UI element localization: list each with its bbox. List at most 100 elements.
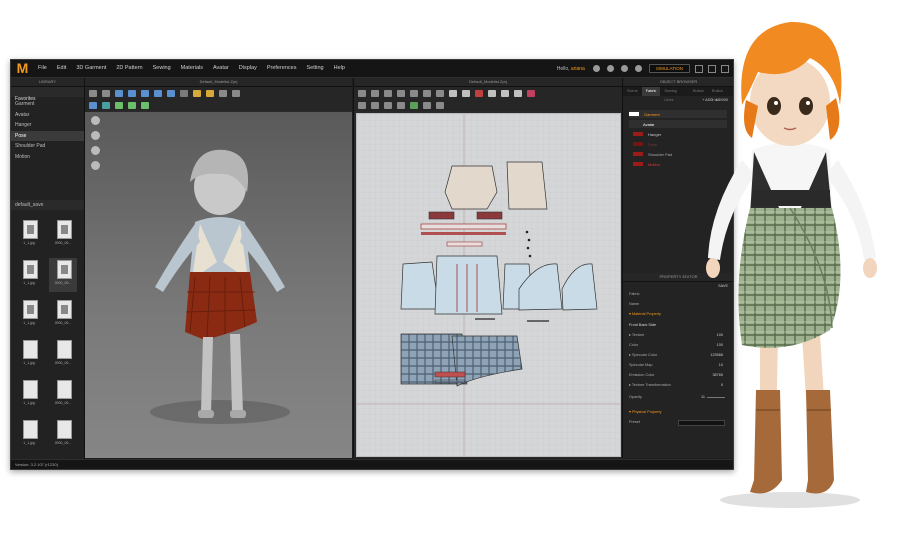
shirt-icon[interactable] xyxy=(128,90,136,97)
menu-help[interactable]: Help xyxy=(329,60,350,77)
library-item-motion[interactable]: Motion xyxy=(11,152,84,163)
sewing-check-icon[interactable] xyxy=(475,90,483,97)
2d-pattern-viewport[interactable] xyxy=(356,113,621,457)
garment-icon[interactable] xyxy=(115,90,123,97)
ruler-icon[interactable] xyxy=(232,90,240,97)
user-name[interactable]: ariana xyxy=(571,66,585,72)
fold-arrange-icon[interactable] xyxy=(384,102,392,109)
tab-scene[interactable]: Scene xyxy=(623,87,642,96)
thumbnail-item[interactable]: 1_1.jpg xyxy=(15,218,43,252)
thumbnail-item[interactable]: 1_1.jpg xyxy=(15,258,43,292)
menu-display[interactable]: Display xyxy=(234,60,262,77)
thumbnail-item[interactable]: 0000_00... xyxy=(49,378,77,412)
thumbnail-item[interactable]: 0000_00... xyxy=(49,338,77,372)
menu-file[interactable]: File xyxy=(33,60,52,77)
move-icon[interactable] xyxy=(102,90,110,97)
thumbnail-item[interactable]: 0000_00... xyxy=(49,298,77,332)
notch-icon[interactable] xyxy=(371,102,379,109)
dart-icon[interactable] xyxy=(436,90,444,97)
pin-icon[interactable] xyxy=(167,90,175,97)
boot-icon[interactable] xyxy=(91,146,100,155)
object-item-label: Pose xyxy=(648,141,658,147)
measure-icon[interactable] xyxy=(219,90,227,97)
library-item-shoulder-pad[interactable]: Shoulder Pad xyxy=(11,141,84,152)
internal-line-icon[interactable] xyxy=(423,90,431,97)
help-icon[interactable] xyxy=(620,65,628,72)
align-icon[interactable] xyxy=(423,102,431,109)
trace-icon[interactable] xyxy=(397,102,405,109)
fit-icon[interactable] xyxy=(180,90,188,97)
menu-edit[interactable]: Edit xyxy=(52,60,71,77)
thumbnail-item[interactable]: 0000_00... xyxy=(49,218,77,252)
object-item-hanger[interactable]: Hanger xyxy=(633,130,661,138)
color-swatch xyxy=(633,162,643,166)
file-icon xyxy=(57,300,72,319)
buttonhole-icon[interactable] xyxy=(527,90,535,97)
grid-icon[interactable] xyxy=(358,102,366,109)
library-item-avatar[interactable]: Avatar xyxy=(11,110,84,121)
prop-label: Physical Property xyxy=(631,410,662,414)
menu-2d-pattern[interactable]: 2D Pattern xyxy=(111,60,147,77)
thumbnail-caption: 1_1.jpg xyxy=(23,361,35,365)
library-folder[interactable]: default_save xyxy=(11,200,84,210)
render-icon[interactable] xyxy=(89,102,97,109)
3d-toolbar-row-2 xyxy=(89,100,154,111)
thumbnail-item[interactable]: 1_1.jpg xyxy=(15,378,43,412)
object-item-motion[interactable]: Motion xyxy=(633,160,660,168)
prop-label: Color xyxy=(629,343,639,347)
color-swatch xyxy=(629,112,639,116)
settings-icon[interactable] xyxy=(634,65,642,72)
polygon-icon[interactable] xyxy=(384,90,392,97)
hanger-icon[interactable] xyxy=(141,102,149,109)
file-icon xyxy=(57,220,72,239)
edit-point-icon[interactable] xyxy=(371,90,379,97)
library-item-garment[interactable]: Garment xyxy=(11,99,84,110)
object-item-label: Motion xyxy=(648,161,661,167)
menu: File Edit 3D Garment 2D Pattern Sewing M… xyxy=(33,60,350,77)
object-item-shoulder-pad[interactable]: Shoulder Pad xyxy=(633,150,672,158)
thumbnail-item[interactable]: 1_1.jpg xyxy=(15,298,43,332)
fold-icon[interactable] xyxy=(141,90,149,97)
thumbnail-item[interactable]: 1_1.jpg xyxy=(15,338,43,372)
thumbnail-caption: 1_1.jpg xyxy=(23,241,35,245)
free-sewing-icon[interactable] xyxy=(462,90,470,97)
tab-fabric[interactable]: Fabric xyxy=(641,87,661,96)
library-item-hanger[interactable]: Hanger xyxy=(11,120,84,131)
graphic-icon[interactable] xyxy=(501,90,509,97)
transform-icon[interactable] xyxy=(358,90,366,97)
chat-icon[interactable] xyxy=(606,65,614,72)
object-item-pose[interactable]: Pose xyxy=(633,140,657,148)
sphere-icon[interactable] xyxy=(91,161,100,170)
3d-viewport[interactable] xyxy=(85,112,352,458)
select-icon[interactable] xyxy=(89,90,97,97)
thumbnail-item[interactable]: 0000_00... xyxy=(49,258,77,292)
user-icon[interactable] xyxy=(592,65,600,72)
status-bar: Version: 3.2.107 (r1230) xyxy=(11,459,733,469)
library-item-pose[interactable]: Pose xyxy=(11,130,84,141)
menu-preferences[interactable]: Preferences xyxy=(262,60,302,77)
thumbnail-item[interactable]: 0000_00... xyxy=(49,418,77,452)
button-icon[interactable] xyxy=(514,90,522,97)
texture-edit-icon[interactable] xyxy=(488,90,496,97)
circle-icon[interactable] xyxy=(410,90,418,97)
symmetry-icon[interactable] xyxy=(410,102,418,109)
offset-icon[interactable] xyxy=(436,102,444,109)
camera-icon[interactable] xyxy=(91,116,100,125)
avatar-head-icon[interactable] xyxy=(91,131,100,140)
texture-icon[interactable] xyxy=(102,102,110,109)
prop-label: Texture xyxy=(631,333,645,337)
menu-materials[interactable]: Materials xyxy=(176,60,208,77)
light-icon[interactable] xyxy=(193,90,201,97)
rectangle-icon[interactable] xyxy=(397,90,405,97)
menu-setting[interactable]: Setting xyxy=(301,60,328,77)
avatar-icon[interactable] xyxy=(115,102,123,109)
tack-icon[interactable] xyxy=(154,90,162,97)
menu-sewing[interactable]: Sewing xyxy=(148,60,176,77)
prop-label: Name xyxy=(629,302,640,306)
sun-icon[interactable] xyxy=(206,90,214,97)
thumbnail-item[interactable]: 1_1.jpg xyxy=(15,418,43,452)
segment-sewing-icon[interactable] xyxy=(449,90,457,97)
menu-3d-garment[interactable]: 3D Garment xyxy=(71,60,111,77)
pose-icon[interactable] xyxy=(128,102,136,109)
menu-avatar[interactable]: Avatar xyxy=(208,60,234,77)
